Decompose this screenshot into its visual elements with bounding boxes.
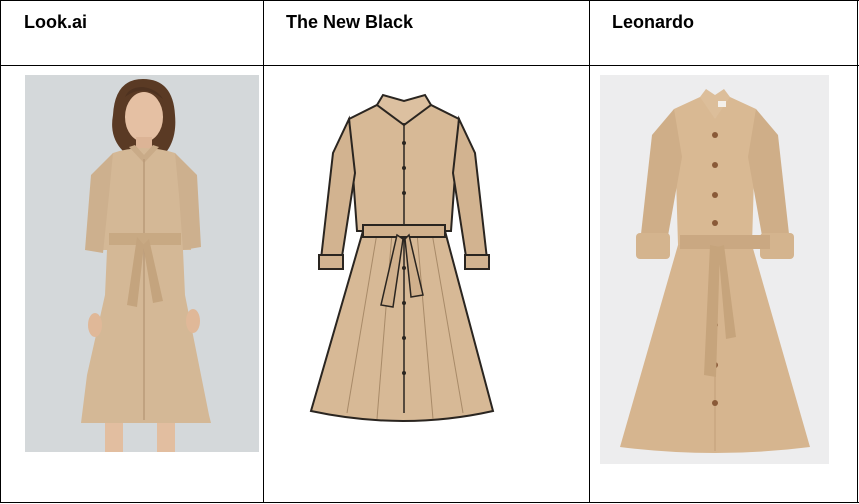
leonardo-dress-render <box>600 75 829 464</box>
the-new-black-dress-sketch <box>297 83 511 431</box>
comparison-table: Look.ai The New Black Leonardo <box>0 0 859 504</box>
table-border-left <box>0 0 1 503</box>
header-divider <box>0 65 859 66</box>
column-header-the-new-black: The New Black <box>286 12 414 32</box>
column-divider-2 <box>589 0 590 503</box>
table-border-right <box>857 0 858 503</box>
column-header-leonardo: Leonardo <box>612 12 695 32</box>
table-border-top <box>0 0 859 1</box>
table-border-bottom <box>0 502 859 503</box>
column-header-look-ai: Look.ai <box>24 12 88 32</box>
look-ai-dress-photo <box>25 75 259 452</box>
column-divider-1 <box>263 0 264 503</box>
